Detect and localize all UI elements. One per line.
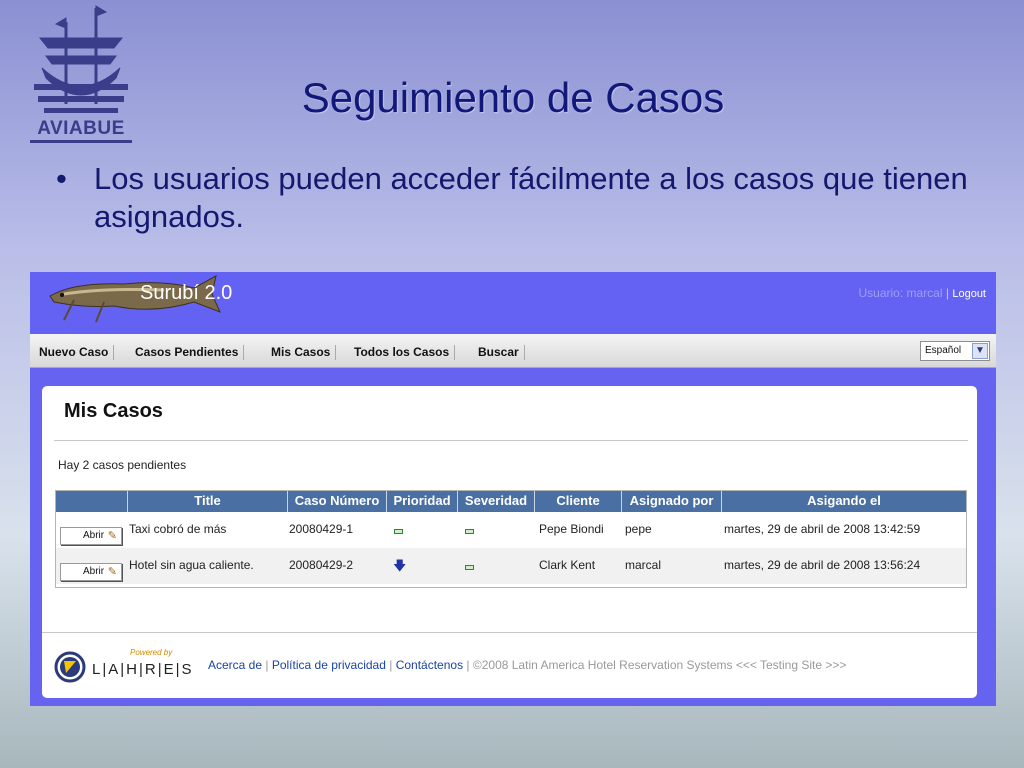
- language-select[interactable]: Español ▼: [920, 341, 990, 361]
- arrow-down-icon: 🡇: [393, 558, 407, 573]
- column-header-action: [56, 491, 127, 512]
- case-number: 20080429-1: [289, 522, 354, 536]
- assigned-by: marcal: [625, 558, 662, 572]
- table-row: Abrir ✎ Hotel sin agua caliente. 2008042…: [56, 548, 966, 584]
- bullet-text: Los usuarios pueden acceder fácilmente a…: [94, 161, 968, 234]
- assigned-by: pepe: [625, 522, 652, 536]
- client-name: Pepe Biondi: [539, 522, 604, 536]
- case-title: Hotel sin agua caliente.: [129, 558, 254, 572]
- app-name: Surubí 2.0: [140, 282, 233, 304]
- column-header-asignado-por: Asignado por: [621, 491, 721, 512]
- column-header-caso-numero: Caso Número: [287, 491, 386, 512]
- case-title: Taxi cobró de más: [129, 522, 227, 536]
- lahres-logo-icon: [54, 651, 86, 683]
- column-header-prioridad: Prioridad: [386, 491, 457, 512]
- minus-icon: [465, 529, 474, 534]
- column-header-title: Title: [127, 491, 287, 512]
- table-header: Title Caso Número Prioridad Severidad Cl…: [56, 491, 966, 512]
- app-header: Surubí 2.0 Usuario: marcal | Logout: [30, 272, 996, 334]
- powered-by-text: Powered by: [130, 648, 173, 657]
- menu-bar: Nuevo Caso Casos Pendientes Mis Casos To…: [30, 334, 996, 368]
- menu-todos-los-casos[interactable]: Todos los Casos: [349, 345, 456, 360]
- slide-title: Seguimiento de Casos: [301, 74, 725, 121]
- logout-link[interactable]: Logout: [952, 288, 986, 300]
- lahres-brand: L|A|H|R|E|S: [92, 661, 194, 678]
- menu-nuevo-caso[interactable]: Nuevo Caso: [34, 345, 115, 360]
- minus-icon: [394, 529, 403, 534]
- cases-table: Title Caso Número Prioridad Severidad Cl…: [55, 490, 967, 588]
- app-window: Surubí 2.0 Usuario: marcal | Logout Nuev…: [30, 272, 996, 706]
- column-header-severidad: Severidad: [457, 491, 534, 512]
- menu-mis-casos[interactable]: Mis Casos: [266, 345, 337, 360]
- link-acerca-de[interactable]: Acerca de: [208, 658, 262, 672]
- menu-buscar[interactable]: Buscar: [473, 345, 525, 360]
- abrir-label: Abrir: [83, 530, 105, 541]
- assigned-on: martes, 29 de abril de 2008 13:56:24: [724, 558, 921, 572]
- chevron-down-icon[interactable]: ▼: [972, 343, 988, 359]
- menu-casos-pendientes[interactable]: Casos Pendientes: [130, 345, 245, 360]
- link-contactenos[interactable]: Contáctenos: [396, 658, 463, 672]
- language-selected: Español: [925, 345, 962, 356]
- bullet-symbol: •: [56, 161, 67, 196]
- separator: |: [945, 286, 949, 300]
- footer-links: Acerca de | Política de privacidad | Con…: [208, 658, 847, 672]
- client-name: Clark Kent: [539, 558, 596, 572]
- user-area: Usuario: marcal | Logout: [859, 286, 987, 300]
- case-number: 20080429-2: [289, 558, 354, 572]
- page-heading: Mis Casos: [64, 400, 163, 422]
- abrir-button[interactable]: Abrir ✎: [60, 563, 122, 581]
- content-panel: Mis Casos Hay 2 casos pendientes Title C…: [42, 386, 977, 698]
- divider: [54, 440, 968, 441]
- footer-divider: [42, 632, 977, 633]
- abrir-label: Abrir: [83, 566, 105, 577]
- minus-icon: [465, 565, 474, 570]
- link-politica-privacidad[interactable]: Política de privacidad: [272, 658, 386, 672]
- column-header-cliente: Cliente: [534, 491, 621, 512]
- pending-count-text: Hay 2 casos pendientes: [58, 458, 187, 472]
- assigned-on: martes, 29 de abril de 2008 13:42:59: [724, 522, 921, 536]
- abrir-button[interactable]: Abrir ✎: [60, 527, 122, 545]
- copyright-text: ©2008 Latin America Hotel Reservation Sy…: [472, 658, 847, 672]
- pencil-icon: ✎: [107, 566, 117, 578]
- pencil-icon: ✎: [107, 530, 117, 542]
- user-label: Usuario: marcal: [858, 286, 943, 300]
- column-header-asigando-el: Asigando el: [721, 491, 966, 512]
- table-row: Abrir ✎ Taxi cobró de más 20080429-1 Pep…: [56, 512, 966, 548]
